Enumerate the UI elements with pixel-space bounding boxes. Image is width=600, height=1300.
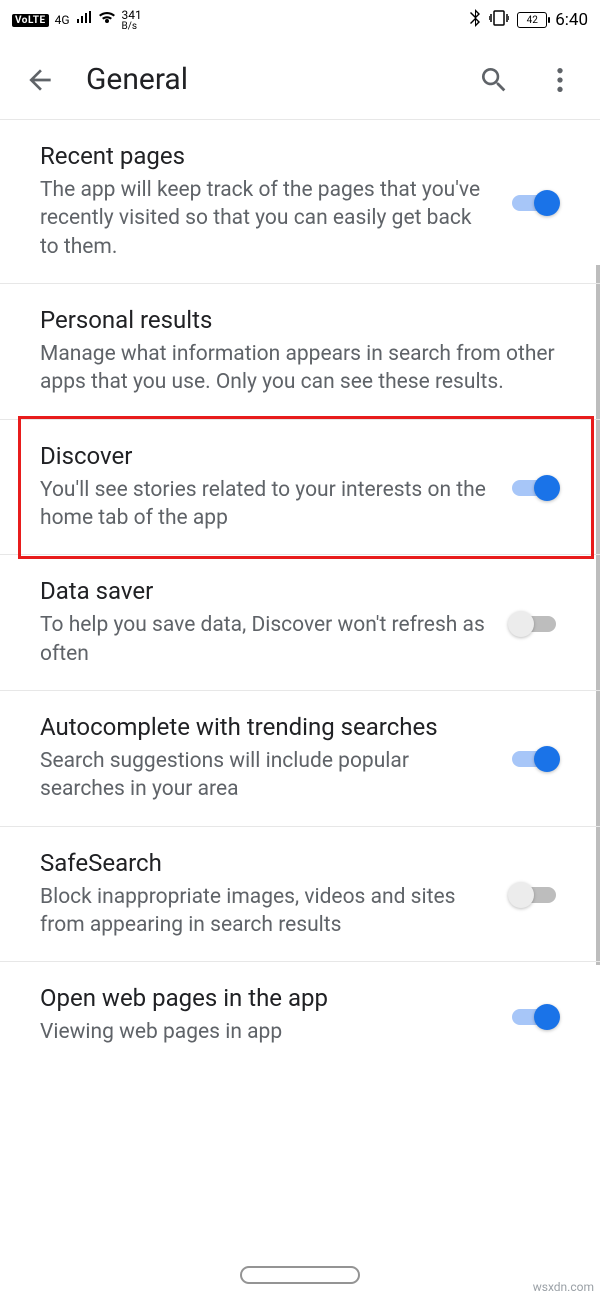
toggle-thumb bbox=[508, 611, 534, 637]
setting-desc: The app will keep track of the pages tha… bbox=[40, 176, 492, 261]
status-right: 42 6:40 bbox=[469, 9, 588, 31]
bluetooth-icon bbox=[469, 9, 481, 31]
clock: 6:40 bbox=[555, 10, 588, 30]
status-bar: VoLTE 4G 341 B/s 42 6:40 bbox=[0, 0, 600, 40]
setting-row-recent-pages[interactable]: Recent pages The app will keep track of t… bbox=[0, 120, 600, 284]
data-rate: 341 B/s bbox=[122, 8, 142, 32]
more-vert-icon bbox=[544, 64, 576, 96]
page-title: General bbox=[86, 62, 448, 97]
vibrate-icon bbox=[489, 10, 509, 30]
network-type: 4G bbox=[55, 13, 70, 27]
setting-text: SafeSearch Block inappropriate images, vi… bbox=[40, 849, 492, 940]
overflow-menu-button[interactable] bbox=[540, 60, 580, 100]
setting-title: Discover bbox=[40, 442, 492, 470]
setting-text: Recent pages The app will keep track of t… bbox=[40, 142, 492, 261]
setting-title: Autocomplete with trending searches bbox=[40, 713, 492, 741]
back-button[interactable] bbox=[20, 60, 60, 100]
setting-row-personal-results[interactable]: Personal results Manage what information … bbox=[0, 284, 600, 420]
app-bar: General bbox=[0, 40, 600, 120]
setting-text: Open web pages in the app Viewing web pag… bbox=[40, 984, 492, 1046]
search-icon bbox=[478, 64, 510, 96]
setting-desc: To help you save data, Discover won't re… bbox=[40, 611, 492, 668]
setting-text: Data saver To help you save data, Discove… bbox=[40, 577, 492, 668]
signal-icon bbox=[76, 11, 92, 29]
setting-text: Discover You'll see stories related to yo… bbox=[40, 442, 492, 533]
arrow-back-icon bbox=[24, 64, 56, 96]
toggle-thumb bbox=[534, 1004, 560, 1030]
setting-text: Autocomplete with trending searches Searc… bbox=[40, 713, 492, 804]
status-left: VoLTE 4G 341 B/s bbox=[12, 8, 142, 32]
setting-row-open-web-pages-in-the-app[interactable]: Open web pages in the app Viewing web pag… bbox=[0, 962, 600, 1068]
setting-desc: Block inappropriate images, videos and s… bbox=[40, 883, 492, 940]
setting-row-autocomplete-with-trending-searches[interactable]: Autocomplete with trending searches Searc… bbox=[0, 691, 600, 827]
toggle-switch[interactable] bbox=[508, 744, 560, 772]
toggle-switch[interactable] bbox=[508, 473, 560, 501]
setting-row-safesearch[interactable]: SafeSearch Block inappropriate images, vi… bbox=[0, 827, 600, 963]
volte-badge: VoLTE bbox=[12, 14, 49, 27]
toggle-switch[interactable] bbox=[508, 880, 560, 908]
toggle-switch[interactable] bbox=[508, 188, 560, 216]
setting-row-data-saver[interactable]: Data saver To help you save data, Discove… bbox=[0, 555, 600, 691]
setting-desc: You'll see stories related to your inter… bbox=[40, 476, 492, 533]
setting-title: Data saver bbox=[40, 577, 492, 605]
toggle-switch[interactable] bbox=[508, 1002, 560, 1030]
toggle-thumb bbox=[508, 882, 534, 908]
toggle-switch[interactable] bbox=[508, 609, 560, 637]
setting-row-discover[interactable]: Discover You'll see stories related to yo… bbox=[0, 420, 600, 556]
setting-desc: Viewing web pages in app bbox=[40, 1018, 492, 1046]
toggle-thumb bbox=[534, 475, 560, 501]
gesture-navbar bbox=[0, 1250, 600, 1300]
toggle-thumb bbox=[534, 190, 560, 216]
setting-title: Personal results bbox=[40, 306, 560, 334]
search-button[interactable] bbox=[474, 60, 514, 100]
setting-title: Recent pages bbox=[40, 142, 492, 170]
toggle-thumb bbox=[534, 746, 560, 772]
setting-desc: Search suggestions will include popular … bbox=[40, 747, 492, 804]
battery-icon: 42 bbox=[517, 12, 547, 28]
wifi-icon bbox=[98, 11, 116, 29]
watermark: wsxdn.com bbox=[533, 1280, 594, 1294]
settings-list: Recent pages The app will keep track of t… bbox=[0, 120, 600, 1069]
setting-desc: Manage what information appears in searc… bbox=[40, 340, 560, 397]
setting-text: Personal results Manage what information … bbox=[40, 306, 560, 397]
setting-title: Open web pages in the app bbox=[40, 984, 492, 1012]
home-gesture-pill[interactable] bbox=[240, 1266, 360, 1284]
setting-title: SafeSearch bbox=[40, 849, 492, 877]
